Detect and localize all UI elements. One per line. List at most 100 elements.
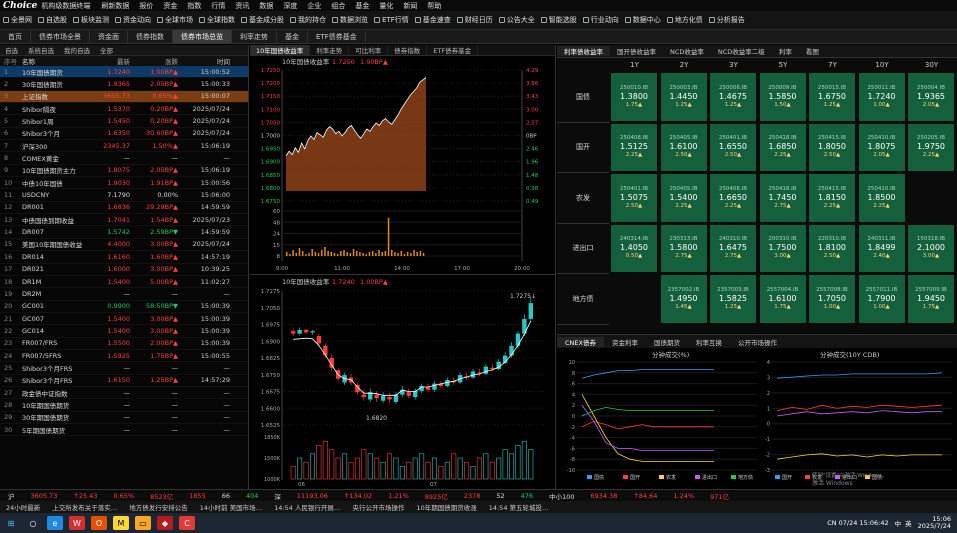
workspace-tab-7[interactable]: ETF债券基金: [308, 30, 366, 43]
grid-row-label[interactable]: 国债: [557, 72, 609, 123]
table-row[interactable]: 7 沪深300 2345.37 1.50%▲ 15:06:19: [0, 140, 248, 153]
grid-row-label[interactable]: 国开: [557, 122, 609, 173]
menu-item-4[interactable]: 行情: [206, 1, 230, 11]
grid-cell[interactable]: 250408.IB 1.5125 2.25▲: [610, 122, 658, 172]
grid-tab-1[interactable]: 国开债收益率: [610, 46, 663, 56]
chart-tab-0[interactable]: 10年国债收益率: [250, 45, 311, 55]
workspace-tab-1[interactable]: 债券市场全景: [31, 30, 90, 43]
workspace-tab-5[interactable]: 利率走势: [232, 30, 277, 43]
menu-item-13[interactable]: 帮助: [422, 1, 446, 11]
chart-tab-4[interactable]: ETF债券基金: [427, 45, 479, 55]
table-row[interactable]: 5 Shibor1周 1.5450 0.20BP▲ 2025/07/24: [0, 115, 248, 128]
grid-cell[interactable]: 240310.IB 1.6475 2.75▲: [709, 223, 757, 273]
workspace-tab-4[interactable]: 债券市场总览: [173, 30, 232, 43]
grid-tab-5[interactable]: 看图: [799, 46, 826, 56]
menu-item-6[interactable]: 数据: [254, 1, 278, 11]
news-item[interactable]: 14小时前 美国市场…: [194, 502, 268, 512]
grid-cell[interactable]: 250010.IB 1.3800 1.75▲: [610, 72, 658, 122]
grid-col-30Y[interactable]: 30Y: [907, 58, 956, 71]
chart-tab-2[interactable]: 可比利率: [349, 45, 389, 55]
intraday-chart[interactable]: 10年国债收益率 1.7250 1.90BP▲ 1.7250 1.7200 1.71…: [250, 56, 556, 274]
lower-tab-2[interactable]: 国债期货: [646, 337, 688, 347]
grid-col-10Y[interactable]: 10Y: [858, 58, 907, 71]
grid-cell[interactable]: 2557009.IB 1.9450 1.75▲: [907, 274, 955, 324]
lower-tab-3[interactable]: 利率互换: [688, 337, 730, 347]
news-item[interactable]: 24小时最新: [0, 502, 46, 512]
news-item[interactable]: 14:54 第五轮城投…: [483, 502, 555, 512]
table-row[interactable]: 2 30年国债期货 1.9365 2.05BP▲ 15:00:33: [0, 78, 248, 91]
shortcut-12[interactable]: 公告大全: [496, 15, 538, 25]
grid-tab-0[interactable]: 利率债收益率: [557, 46, 610, 56]
menu-item-8[interactable]: 企业: [302, 1, 326, 11]
lang-indicator[interactable]: 英: [905, 518, 912, 528]
shortcut-0[interactable]: 全景网: [0, 15, 35, 25]
shortcut-14[interactable]: 行业动向: [580, 15, 622, 25]
grid-cell[interactable]: 2357003.IB 1.5825 1.25▲: [709, 274, 757, 324]
lower-tab-0[interactable]: CNEX债券: [557, 336, 604, 347]
grid-row-label[interactable]: 地方债: [557, 274, 609, 325]
grid-cell[interactable]: 250415.IB 1.8150 2.25▲: [808, 173, 856, 223]
workspace-tab-0[interactable]: 首页: [0, 30, 31, 43]
grid-col-2Y[interactable]: 2Y: [660, 58, 709, 71]
news-item[interactable]: 上交所发布关于落实…: [46, 502, 123, 512]
office-icon[interactable]: O: [91, 516, 107, 530]
grid-cell[interactable]: 250006.IB 1.4675 1.25▲: [709, 72, 757, 122]
start-icon[interactable]: ⊞: [3, 516, 19, 530]
grid-tab-2[interactable]: NCD收益率: [663, 46, 711, 56]
menu-item-10[interactable]: 基金: [350, 1, 374, 11]
lower-tab-1[interactable]: 资金利率: [604, 337, 646, 347]
grid-row-label[interactable]: 进出口: [557, 223, 609, 274]
menu-item-3[interactable]: 指数: [182, 1, 206, 11]
grid-cell[interactable]: 250004.IB 1.9365 2.05▲: [907, 72, 955, 122]
watchlist-header-0[interactable]: 自选: [0, 45, 23, 55]
table-row[interactable]: 21 GC007 1.5400 3.00BP▲ 15:00:39: [0, 313, 248, 326]
workspace-tab-6[interactable]: 基金: [277, 30, 308, 43]
shortcut-10[interactable]: 基金速查: [412, 15, 454, 25]
table-row[interactable]: 29 30年期国债期货 — — —: [0, 412, 248, 424]
grid-col-1Y[interactable]: 1Y: [610, 58, 659, 71]
grid-cell[interactable]: 150318.IB 2.1000 3.00▲: [907, 223, 955, 273]
menu-item-0[interactable]: 刷新数据: [96, 1, 134, 11]
shortcut-13[interactable]: 智能选股: [538, 15, 580, 25]
table-row[interactable]: 30 5年期国债期货 — — —: [0, 424, 248, 437]
table-row[interactable]: 1 10年国债期货 1.7240 1.00BP▲ 15:00:52: [0, 66, 248, 79]
table-row[interactable]: 25 Shibor3个月FRS — — —: [0, 362, 248, 375]
grid-cell[interactable]: 250015.IB 1.6750 1.25▲: [808, 72, 856, 122]
shortcut-17[interactable]: 分析报告: [706, 15, 748, 25]
col-time[interactable]: 时间: [178, 56, 230, 66]
table-row[interactable]: 23 FR007/FRS 1.5500 2.00BP▲ 15:00:39: [0, 338, 248, 350]
shortcut-7[interactable]: 我的持仓: [287, 15, 329, 25]
shortcut-8[interactable]: 数据浏览: [329, 15, 371, 25]
grid-cell[interactable]: 250401.IB 1.5075 2.50▲: [610, 173, 658, 223]
tick-charts[interactable]: 分钟成交(%) 分钟成交(10Y CDB) 1086420-2-4-6-8-10…: [557, 348, 957, 489]
menu-item-2[interactable]: 资金: [158, 1, 182, 11]
shortcut-6[interactable]: 基金成分股: [238, 15, 287, 25]
shortcut-5[interactable]: 全球指数: [196, 15, 238, 25]
lower-tab-4[interactable]: 公开市场操作: [730, 337, 785, 347]
table-row[interactable]: 16 DR014 1.6160 1.60BP▲ 14:57:19: [0, 251, 248, 264]
shortcut-15[interactable]: 数据中心: [622, 15, 664, 25]
col-name[interactable]: 名称: [22, 56, 90, 66]
table-row[interactable]: 26 Shibor3个月FRS 1.6150 1.25BP▲ 14:57:29: [0, 375, 248, 387]
menu-item-1[interactable]: 报价: [134, 1, 158, 11]
grid-row-label[interactable]: 农发: [557, 173, 609, 224]
table-row[interactable]: 18 DR1M 1.5400 5.00BP▲ 11:02:27: [0, 276, 248, 289]
grid-cell[interactable]: 220310.IB 1.8100 2.50▲: [808, 223, 856, 273]
table-row[interactable]: 22 GC014 1.5400 3.00BP▲ 15:00:39: [0, 325, 248, 338]
grid-cell[interactable]: 230313.IB 1.5800 2.75▲: [659, 223, 708, 273]
search-icon[interactable]: ○: [25, 516, 41, 530]
shortcut-3[interactable]: 资金动向: [112, 15, 154, 25]
watchlist-header-1[interactable]: 系统自选: [23, 45, 59, 55]
table-row[interactable]: 3 上证指数 3605.73 0.65%▲ 15:00:07: [0, 90, 248, 104]
grid-cell[interactable]: 250415.IB 1.8050 2.50▲: [808, 122, 856, 172]
app-icon[interactable]: ◆: [157, 516, 173, 530]
table-row[interactable]: 28 10年期国债期货 — — —: [0, 399, 248, 412]
wps-icon[interactable]: W: [69, 516, 85, 530]
grid-cell[interactable]: 250401.IB 1.6550 2.50▲: [709, 122, 757, 172]
news-item[interactable]: 地方债发行安排公告: [123, 502, 194, 512]
grid-tab-4[interactable]: 利率: [772, 46, 799, 56]
table-row[interactable]: 6 Shibor3个月 1.6350 30.60BP▲ 2025/07/24: [0, 128, 248, 141]
table-row[interactable]: 10 中债10年国债 1.9030 1.91BP▲ 15:00:56: [0, 177, 248, 190]
menu-item-5[interactable]: 资讯: [230, 1, 254, 11]
grid-cell[interactable]: 2357002.IB 1.4950 1.45▲: [659, 274, 708, 324]
